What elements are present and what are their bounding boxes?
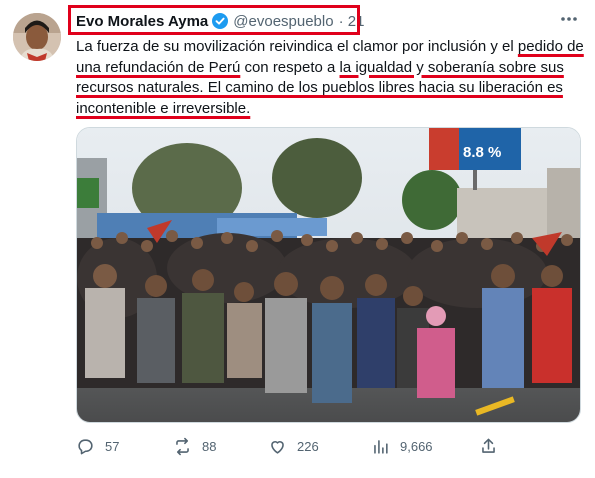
billboard-text: 8.8 % xyxy=(463,144,501,161)
retweet-count: 88 xyxy=(202,439,217,454)
views-chart-icon xyxy=(374,440,388,454)
tweet-photo[interactable]: 8.8 % xyxy=(76,127,581,423)
tweet-time[interactable]: · 21 xyxy=(339,13,365,30)
like-button[interactable]: 226 xyxy=(268,437,319,456)
views-count: 9,666 xyxy=(400,439,433,454)
more-options-icon[interactable] xyxy=(559,12,579,24)
tweet-text: La fuerza de su movilización reivindica … xyxy=(76,37,586,119)
share-button[interactable] xyxy=(479,437,508,456)
retweet-button[interactable]: 88 xyxy=(173,437,216,456)
tweet-text-segment: con respeto a xyxy=(240,58,340,76)
tweet-actions: 57 88 226 9,666 xyxy=(76,437,581,459)
reply-count: 57 xyxy=(105,439,120,454)
tweet-header: Evo Morales Ayma @evoespueblo · 21 xyxy=(68,6,364,36)
avatar[interactable] xyxy=(13,13,61,61)
share-icon xyxy=(482,438,495,453)
reply-button[interactable]: 57 xyxy=(76,437,119,456)
views-button[interactable]: 9,666 xyxy=(371,437,433,456)
tweet-text-segment: La fuerza de su movilización reivindica … xyxy=(76,38,518,55)
like-count: 226 xyxy=(297,439,319,454)
verified-badge-icon xyxy=(212,13,229,29)
author-name[interactable]: Evo Morales Ayma xyxy=(76,13,208,30)
heart-icon xyxy=(271,441,284,454)
author-handle[interactable]: @evoespueblo xyxy=(233,13,333,30)
reply-icon xyxy=(78,439,93,455)
retweet-icon xyxy=(176,437,189,456)
